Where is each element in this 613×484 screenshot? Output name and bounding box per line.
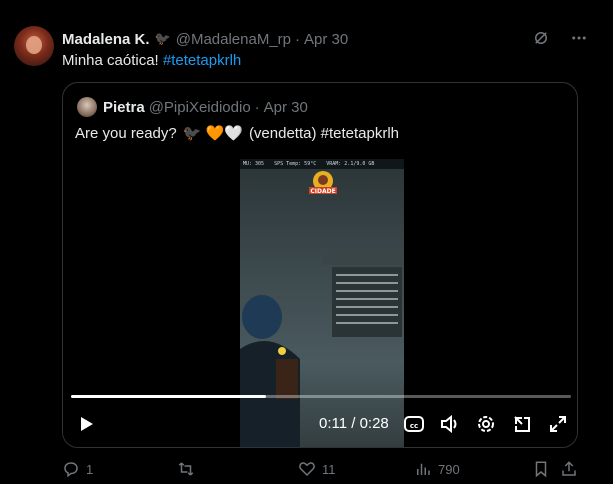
video-hud: MU: 305 SPS Temp: 59°C VRAM: 2.1/9.0 GB	[240, 159, 404, 169]
tweet-header: Madalena K. 🐦‍⬛ @MadalenaM_rp · Apr 30	[62, 29, 348, 49]
separator-dot: ·	[295, 30, 301, 48]
quote-header: Pietra @PipiXeidiodio · Apr 30	[103, 97, 308, 117]
video-logo-text: CIDADE	[310, 188, 335, 195]
heart-icon	[299, 462, 315, 477]
share-button[interactable]	[560, 458, 578, 480]
author-handle[interactable]: @MadalenaM_rp	[176, 31, 291, 48]
tweet-top-actions	[531, 28, 589, 48]
reply-button[interactable]: 1	[62, 458, 93, 480]
share-icon	[562, 461, 576, 476]
video-logo: CIDADE	[309, 171, 337, 195]
quote-text: Are you ready? 🐦‍⬛ 🧡🤍 (vendetta) #teteta…	[75, 124, 399, 144]
views-count: 790	[438, 461, 460, 477]
tweet-text: Minha caótica! #tetetapkrlh	[62, 51, 241, 71]
video-time: 0:11 / 0:28	[319, 415, 389, 432]
repost-button[interactable]	[176, 458, 202, 480]
views-button[interactable]: 790	[414, 458, 460, 480]
reply-count: 1	[86, 461, 94, 477]
captions-icon[interactable]: cc	[403, 413, 425, 435]
like-count: 11	[322, 461, 336, 477]
tweet-date[interactable]: Apr 30	[304, 31, 348, 48]
picture-in-picture-icon[interactable]	[511, 413, 533, 435]
video-progress-fill	[71, 395, 266, 398]
bookmark-button[interactable]	[532, 458, 550, 480]
grok-icon[interactable]	[531, 28, 551, 48]
quote-emojis: 🐦‍⬛ 🧡🤍	[182, 125, 243, 142]
settings-icon[interactable]	[475, 413, 497, 435]
hud-item: SPS Temp: 59°C	[274, 161, 317, 167]
quoted-tweet[interactable]: Pietra @PipiXeidiodio · Apr 30 Are you r…	[62, 82, 578, 448]
svg-text:cc: cc	[410, 422, 418, 430]
video-frame: MU: 305 SPS Temp: 59°C VRAM: 2.1/9.0 GB …	[240, 159, 404, 447]
volume-icon[interactable]	[439, 413, 461, 435]
quote-author-avatar[interactable]	[77, 97, 97, 117]
play-icon[interactable]	[77, 415, 95, 433]
video-controls: 0:11 / 0:28 cc	[63, 409, 577, 439]
quote-author-name[interactable]: Pietra	[103, 99, 145, 116]
hud-item: MU: 305	[243, 161, 265, 167]
author-avatar[interactable]	[14, 26, 54, 66]
quote-text-start: Are you ready?	[75, 125, 177, 142]
video-progress-track[interactable]	[71, 395, 571, 398]
author-emoji: 🐦‍⬛	[154, 31, 171, 46]
quote-text-end: (vendetta) #tetetapkrlh	[248, 125, 400, 142]
quote-separator-dot: ·	[254, 98, 260, 116]
avatar-face	[26, 36, 42, 54]
tweet-actions: 1 11 790	[62, 458, 582, 482]
like-button[interactable]: 11	[298, 458, 336, 480]
hud-item: VRAM: 2.1/9.0 GB	[326, 161, 375, 167]
views-icon	[417, 463, 430, 475]
video-control-icons: cc	[403, 413, 569, 435]
stairs-graphic	[322, 247, 402, 337]
tweet-text-body: Minha caótica!	[62, 52, 159, 69]
fullscreen-icon[interactable]	[547, 413, 569, 435]
repost-icon	[178, 462, 194, 476]
video-player[interactable]: MU: 305 SPS Temp: 59°C VRAM: 2.1/9.0 GB …	[63, 159, 577, 447]
quote-date[interactable]: Apr 30	[264, 99, 308, 116]
quote-author-handle[interactable]: @PipiXeidiodio	[149, 99, 251, 116]
tweet-hashtag[interactable]: #tetetapkrlh	[163, 52, 241, 69]
more-options-icon[interactable]	[569, 28, 589, 48]
bookmark-icon	[535, 461, 547, 478]
reply-icon	[64, 462, 78, 478]
author-name[interactable]: Madalena K.	[62, 31, 150, 48]
